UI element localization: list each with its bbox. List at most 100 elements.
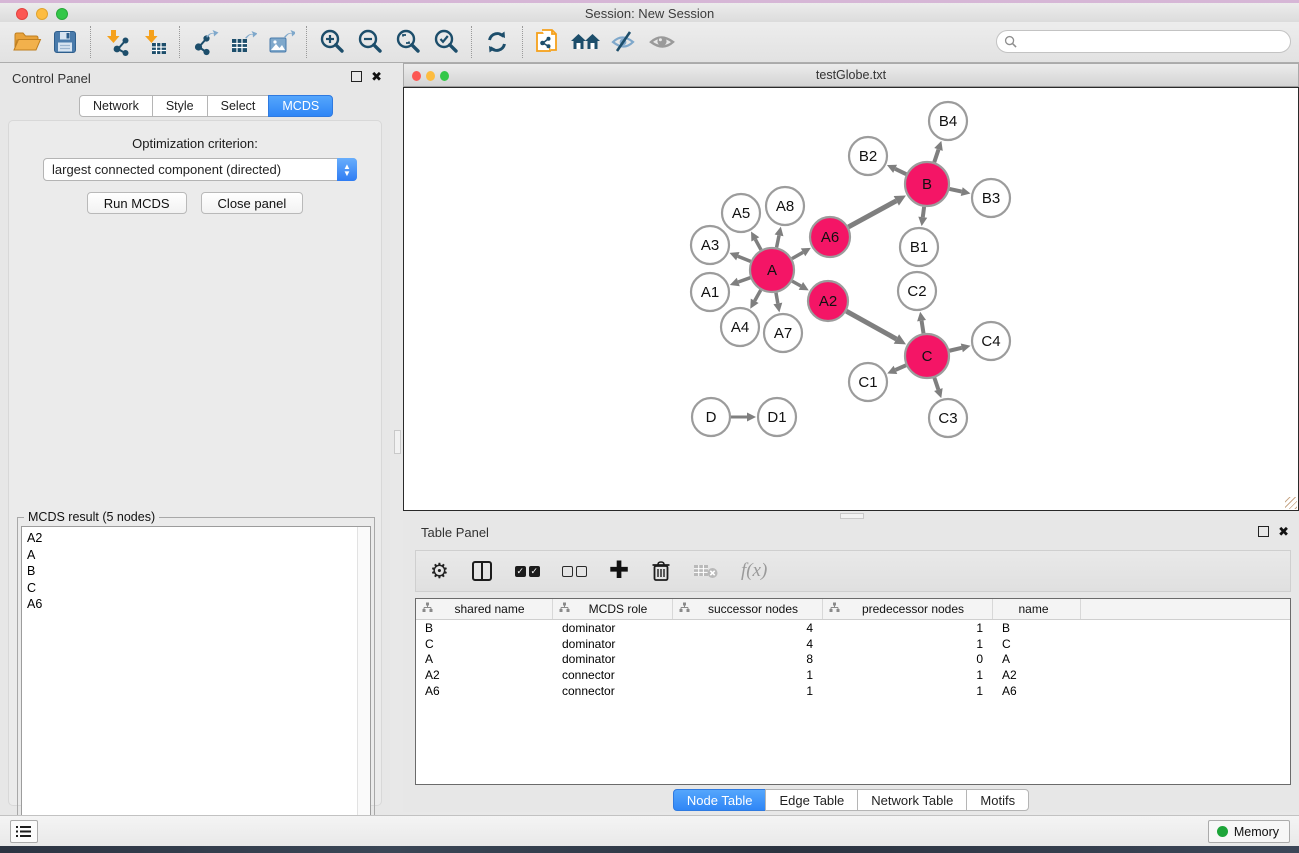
search-input[interactable] xyxy=(1022,35,1290,49)
edge-A-A5[interactable] xyxy=(755,239,761,249)
cell-successor-nodes[interactable]: 1 xyxy=(673,668,823,682)
table-row[interactable]: A6connector11A6 xyxy=(416,683,1290,699)
edge-B-B3[interactable] xyxy=(949,189,961,192)
edge-C-C1[interactable] xyxy=(895,365,906,370)
close-panel-button[interactable]: Close panel xyxy=(201,192,304,214)
window-resize-grip[interactable] xyxy=(1285,497,1297,509)
cell-predecessor-nodes[interactable]: 1 xyxy=(823,668,993,682)
edge-A2-C[interactable] xyxy=(846,311,896,339)
column-header-MCDS-role[interactable]: MCDS role xyxy=(553,599,673,619)
tab-network[interactable]: Network xyxy=(79,95,153,117)
close-panel-icon[interactable]: ✖ xyxy=(1278,526,1289,537)
edge-B-B2[interactable] xyxy=(895,169,906,174)
zoom-fit-button[interactable] xyxy=(389,25,427,59)
deselect-all-button[interactable] xyxy=(562,556,587,586)
import-table-button[interactable] xyxy=(135,25,173,59)
float-panel-icon[interactable] xyxy=(1258,526,1269,537)
run-mcds-button[interactable]: Run MCDS xyxy=(87,192,187,214)
cell-predecessor-nodes[interactable]: 0 xyxy=(823,652,993,666)
cell-MCDS-role[interactable]: dominator xyxy=(553,652,673,666)
column-visibility-button[interactable] xyxy=(471,556,493,586)
tab-mcds[interactable]: MCDS xyxy=(268,95,333,117)
edge-A-A3[interactable] xyxy=(738,256,751,261)
column-header-successor-nodes[interactable]: successor nodes xyxy=(673,599,823,619)
result-scrollbar[interactable] xyxy=(357,527,370,849)
tab-network-table[interactable]: Network Table xyxy=(857,789,967,811)
edge-A-A7[interactable] xyxy=(776,293,778,304)
app-titlebar[interactable]: Session: New Session xyxy=(0,3,1299,22)
zoom-selected-button[interactable] xyxy=(427,25,465,59)
split-divider-handle[interactable] xyxy=(394,430,401,454)
cell-shared-name[interactable]: A xyxy=(416,652,553,666)
cell-MCDS-role[interactable]: connector xyxy=(553,684,673,698)
edge-C-C4[interactable] xyxy=(949,348,961,351)
result-item[interactable]: A2 xyxy=(27,530,370,547)
cell-name[interactable]: B xyxy=(993,621,1081,635)
delete-table-button[interactable] xyxy=(693,556,719,586)
cell-name[interactable]: C xyxy=(993,637,1081,651)
result-item[interactable]: A xyxy=(27,547,370,564)
cell-predecessor-nodes[interactable]: 1 xyxy=(823,637,993,651)
tab-select[interactable]: Select xyxy=(207,95,270,117)
zoom-out-button[interactable] xyxy=(351,25,389,59)
add-column-button[interactable]: ✚ xyxy=(609,556,629,586)
cell-MCDS-role[interactable]: dominator xyxy=(553,637,673,651)
cell-MCDS-role[interactable]: dominator xyxy=(553,621,673,635)
result-item[interactable]: A6 xyxy=(27,596,370,613)
edge-A-A8[interactable] xyxy=(777,235,779,247)
cell-successor-nodes[interactable]: 1 xyxy=(673,684,823,698)
search-box[interactable] xyxy=(996,30,1291,53)
cell-predecessor-nodes[interactable]: 1 xyxy=(823,621,993,635)
tab-style[interactable]: Style xyxy=(152,95,208,117)
network-graph[interactable]: AA6A2BCA5A8A3A1A4A7B4B2B3B1C2C4C1C3DD1 xyxy=(404,88,1298,510)
edge-A-A1[interactable] xyxy=(738,278,750,282)
table-settings-button[interactable]: ⚙ xyxy=(430,556,449,586)
cell-successor-nodes[interactable]: 4 xyxy=(673,637,823,651)
cell-shared-name[interactable]: B xyxy=(416,621,553,635)
cell-name[interactable]: A6 xyxy=(993,684,1081,698)
result-item[interactable]: B xyxy=(27,563,370,580)
network-window-titlebar[interactable]: testGlobe.txt xyxy=(403,63,1299,87)
delete-column-button[interactable] xyxy=(651,556,671,586)
split-divider-handle[interactable] xyxy=(840,513,864,519)
mcds-result-list[interactable]: A2 A B C A6 xyxy=(21,526,371,850)
cell-successor-nodes[interactable]: 8 xyxy=(673,652,823,666)
hide-selected-button[interactable] xyxy=(605,25,643,59)
edge-B-B4[interactable] xyxy=(934,149,938,162)
tab-motifs[interactable]: Motifs xyxy=(966,789,1029,811)
export-image-button[interactable] xyxy=(262,25,300,59)
criterion-dropdown[interactable]: largest connected component (directed) ▲… xyxy=(43,158,357,181)
edge-C-C3[interactable] xyxy=(934,378,938,390)
first-neighbors-button[interactable] xyxy=(567,25,605,59)
float-panel-icon[interactable] xyxy=(351,71,362,82)
zoom-in-button[interactable] xyxy=(313,25,351,59)
edge-A-A6[interactable] xyxy=(792,252,803,258)
export-table-button[interactable] xyxy=(224,25,262,59)
cell-shared-name[interactable]: A2 xyxy=(416,668,553,682)
edge-A-A2[interactable] xyxy=(792,281,801,286)
save-session-button[interactable] xyxy=(46,25,84,59)
table-row[interactable]: Bdominator41B xyxy=(416,620,1290,636)
cell-MCDS-role[interactable]: connector xyxy=(553,668,673,682)
open-session-button[interactable] xyxy=(8,25,46,59)
edge-A6-B[interactable] xyxy=(848,201,896,227)
cell-name[interactable]: A xyxy=(993,652,1081,666)
task-history-button[interactable] xyxy=(10,820,38,843)
column-header-shared-name[interactable]: shared name xyxy=(416,599,553,619)
result-item[interactable]: C xyxy=(27,580,370,597)
new-network-from-selection-button[interactable] xyxy=(529,25,567,59)
cell-shared-name[interactable]: C xyxy=(416,637,553,651)
close-panel-icon[interactable]: ✖ xyxy=(371,71,382,82)
edge-B-B1[interactable] xyxy=(923,207,924,217)
cell-shared-name[interactable]: A6 xyxy=(416,684,553,698)
memory-button[interactable]: Memory xyxy=(1208,820,1290,843)
cell-predecessor-nodes[interactable]: 1 xyxy=(823,684,993,698)
table-row[interactable]: A2connector11A2 xyxy=(416,667,1290,683)
export-network-button[interactable] xyxy=(186,25,224,59)
tab-node-table[interactable]: Node Table xyxy=(673,789,767,811)
table-row[interactable]: Cdominator41C xyxy=(416,636,1290,652)
edge-A-A4[interactable] xyxy=(755,290,761,301)
function-builder-button[interactable]: f(x) xyxy=(741,556,767,586)
column-header-predecessor-nodes[interactable]: predecessor nodes xyxy=(823,599,993,619)
tab-edge-table[interactable]: Edge Table xyxy=(765,789,858,811)
